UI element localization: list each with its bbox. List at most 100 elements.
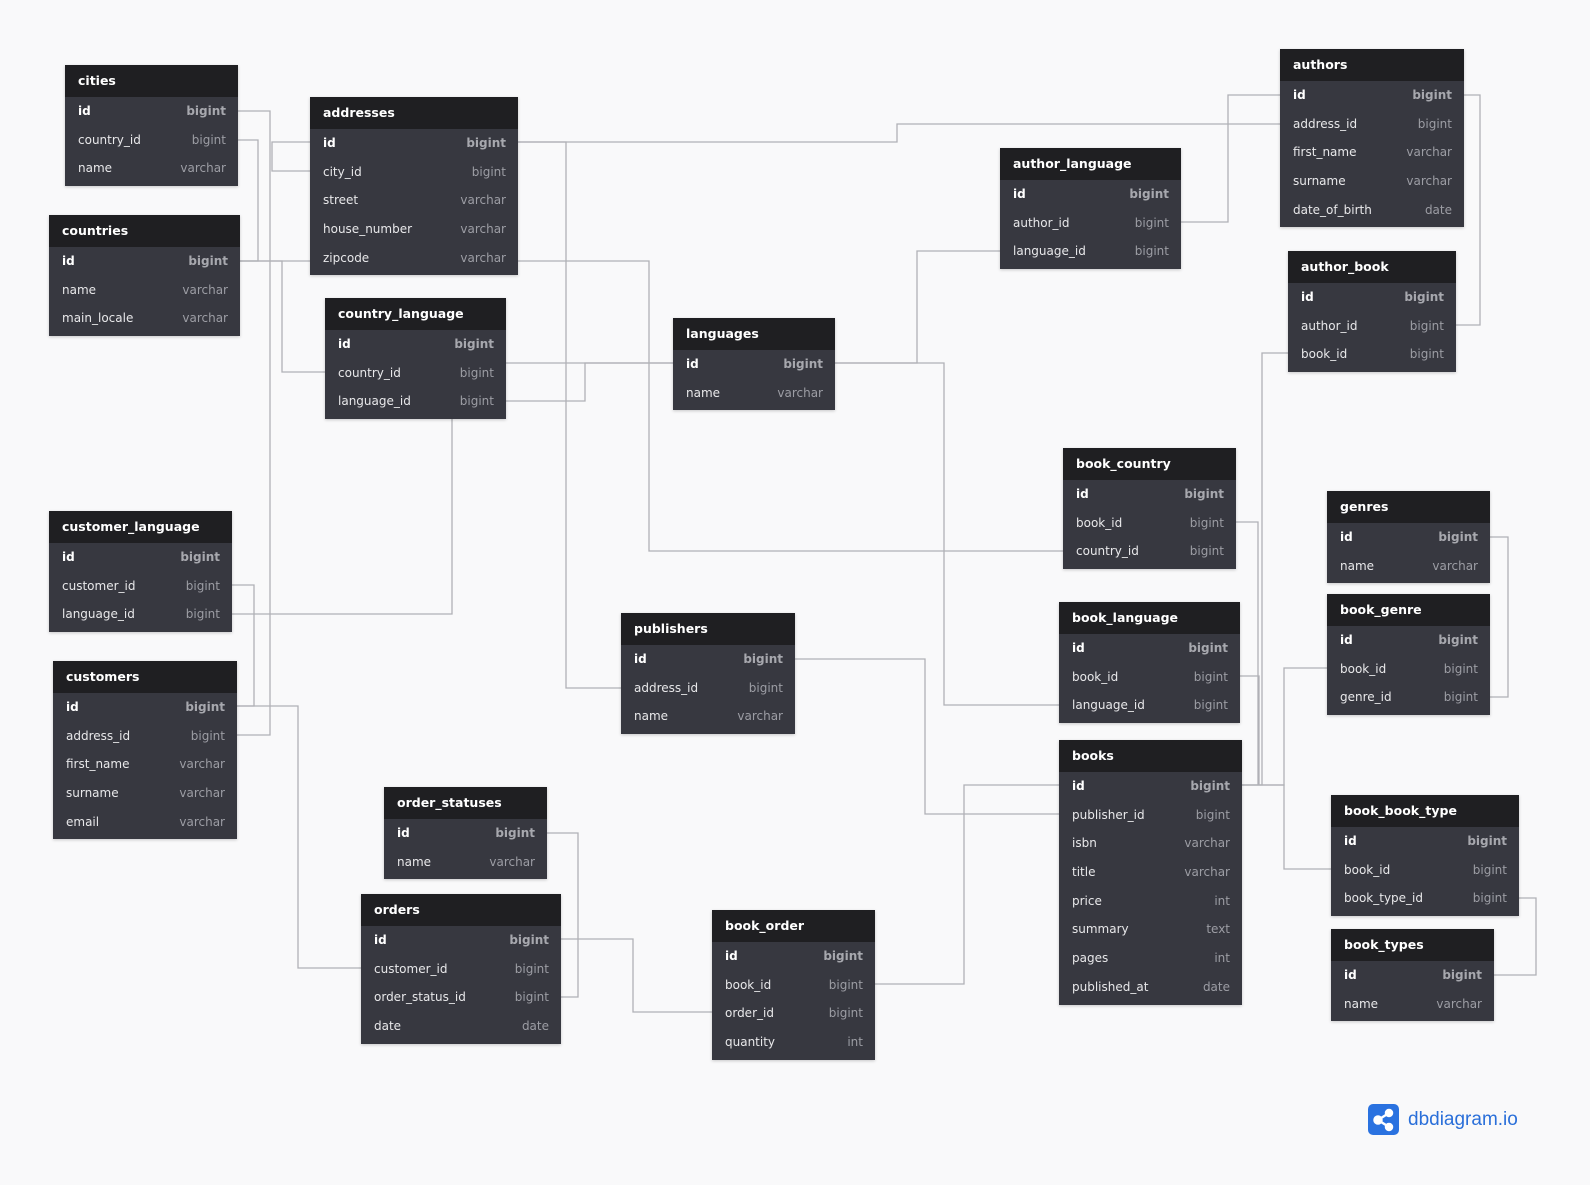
table-header[interactable]: book_types [1331, 929, 1494, 961]
table-column[interactable]: id bigint [1327, 626, 1490, 655]
relationship-line[interactable] [1242, 352, 1288, 786]
table-column[interactable]: author_id bigint [1288, 312, 1456, 341]
table-column[interactable]: customer_id bigint [361, 955, 561, 984]
table-book-book-type[interactable]: book_book_type id bigint book_id bigint … [1331, 795, 1519, 917]
table-column[interactable]: id bigint [1000, 180, 1181, 209]
table-countries[interactable]: countries id bigint name varchar main_lo… [49, 215, 240, 337]
table-header[interactable]: cities [65, 65, 238, 97]
table-header[interactable]: languages [673, 318, 835, 350]
table-column[interactable]: id bigint [1059, 634, 1240, 663]
table-column[interactable]: country_id bigint [1063, 537, 1236, 566]
relationship-line[interactable] [518, 123, 1280, 143]
table-orders[interactable]: orders id bigint customer_id bigint orde… [361, 894, 561, 1044]
relationship-line[interactable] [1181, 94, 1280, 223]
table-addresses[interactable]: addresses id bigint city_id bigint stree… [310, 97, 518, 276]
table-column[interactable]: published_at date [1059, 973, 1242, 1002]
table-book-genre[interactable]: book_genre id bigint book_id bigint genr… [1327, 594, 1490, 716]
table-column[interactable]: house_number varchar [310, 215, 518, 244]
table-column[interactable]: id bigint [361, 926, 561, 955]
relationship-line[interactable] [875, 784, 1059, 985]
table-column[interactable]: isbn varchar [1059, 829, 1242, 858]
table-column[interactable]: id bigint [65, 97, 238, 126]
table-publishers[interactable]: publishers id bigint address_id bigint n… [621, 613, 795, 735]
table-header[interactable]: country_language [325, 298, 506, 330]
table-column[interactable]: name varchar [384, 848, 547, 877]
table-column[interactable]: street varchar [310, 186, 518, 215]
table-header[interactable]: author_book [1288, 251, 1456, 283]
table-column[interactable]: quantity int [712, 1028, 875, 1057]
table-author-language[interactable]: author_language id bigint author_id bigi… [1000, 148, 1181, 270]
table-column[interactable]: city_id bigint [310, 158, 518, 187]
table-cities[interactable]: cities id bigint country_id bigint name … [65, 65, 238, 187]
table-column[interactable]: language_id bigint [1059, 691, 1240, 720]
table-column[interactable]: book_id bigint [1327, 655, 1490, 684]
table-column[interactable]: book_id bigint [1331, 856, 1519, 885]
table-header[interactable]: books [1059, 740, 1242, 772]
table-customer-language[interactable]: customer_language id bigint customer_id … [49, 511, 232, 633]
table-header[interactable]: authors [1280, 49, 1464, 81]
table-column[interactable]: id bigint [621, 645, 795, 674]
table-header[interactable]: addresses [310, 97, 518, 129]
relationship-line[interactable] [1240, 675, 1260, 785]
table-header[interactable]: customers [53, 661, 237, 693]
table-header[interactable]: book_country [1063, 448, 1236, 480]
table-genres[interactable]: genres id bigint name varchar [1327, 491, 1490, 584]
table-column[interactable]: main_locale varchar [49, 304, 240, 333]
table-header[interactable]: orders [361, 894, 561, 926]
table-order-statuses[interactable]: order_statuses id bigint name varchar [384, 787, 547, 880]
table-column[interactable]: id bigint [712, 942, 875, 971]
relationship-line[interactable] [518, 141, 621, 689]
table-column[interactable]: id bigint [1327, 523, 1490, 552]
table-header[interactable]: book_genre [1327, 594, 1490, 626]
table-header[interactable]: customer_language [49, 511, 232, 543]
relationship-line[interactable] [271, 141, 310, 172]
table-column[interactable]: name varchar [1331, 990, 1494, 1019]
brand[interactable]: dbdiagram.io [1368, 1104, 1518, 1135]
table-header[interactable]: book_book_type [1331, 795, 1519, 827]
relationship-line[interactable] [237, 705, 361, 969]
table-column[interactable]: id bigint [1331, 961, 1494, 990]
table-column[interactable]: name varchar [621, 702, 795, 731]
relationship-line[interactable] [835, 362, 1059, 706]
table-header[interactable]: genres [1327, 491, 1490, 523]
table-column[interactable]: price int [1059, 887, 1242, 916]
relationship-line[interactable] [506, 362, 673, 402]
table-authors[interactable]: authors id bigint address_id bigint firs… [1280, 49, 1464, 228]
table-column[interactable]: surname varchar [1280, 167, 1464, 196]
relationship-line[interactable] [835, 250, 1000, 364]
relationship-line[interactable] [1242, 784, 1331, 870]
table-column[interactable]: genre_id bigint [1327, 683, 1490, 712]
table-column[interactable]: book_type_id bigint [1331, 884, 1519, 913]
table-column[interactable]: book_id bigint [1288, 340, 1456, 369]
table-column[interactable]: author_id bigint [1000, 209, 1181, 238]
table-column[interactable]: language_id bigint [325, 387, 506, 416]
table-column[interactable]: id bigint [1280, 81, 1464, 110]
table-header[interactable]: book_order [712, 910, 875, 942]
table-column[interactable]: order_status_id bigint [361, 983, 561, 1012]
table-column[interactable]: id bigint [1063, 480, 1236, 509]
table-column[interactable]: book_id bigint [1063, 509, 1236, 538]
table-column[interactable]: id bigint [49, 247, 240, 276]
table-column[interactable]: title varchar [1059, 858, 1242, 887]
table-column[interactable]: first_name varchar [1280, 138, 1464, 167]
table-languages[interactable]: languages id bigint name varchar [673, 318, 835, 411]
table-header[interactable]: book_language [1059, 602, 1240, 634]
table-header[interactable]: author_language [1000, 148, 1181, 180]
table-column[interactable]: language_id bigint [1000, 237, 1181, 266]
table-books[interactable]: books id bigint publisher_id bigint isbn… [1059, 740, 1242, 1005]
table-column[interactable]: pages int [1059, 944, 1242, 973]
table-column[interactable]: address_id bigint [53, 722, 237, 751]
table-column[interactable]: id bigint [1059, 772, 1242, 801]
table-book-order[interactable]: book_order id bigint book_id bigint orde… [712, 910, 875, 1060]
table-column[interactable]: book_id bigint [712, 971, 875, 1000]
table-header[interactable]: publishers [621, 613, 795, 645]
table-column[interactable]: name varchar [673, 379, 835, 408]
table-column[interactable]: id bigint [1331, 827, 1519, 856]
table-book-language[interactable]: book_language id bigint book_id bigint l… [1059, 602, 1240, 724]
relationship-line[interactable] [232, 415, 453, 615]
table-column[interactable]: country_id bigint [65, 126, 238, 155]
table-column[interactable]: order_id bigint [712, 999, 875, 1028]
table-column[interactable]: surname varchar [53, 779, 237, 808]
table-book-country[interactable]: book_country id bigint book_id bigint co… [1063, 448, 1236, 570]
relationship-line[interactable] [1242, 667, 1327, 786]
